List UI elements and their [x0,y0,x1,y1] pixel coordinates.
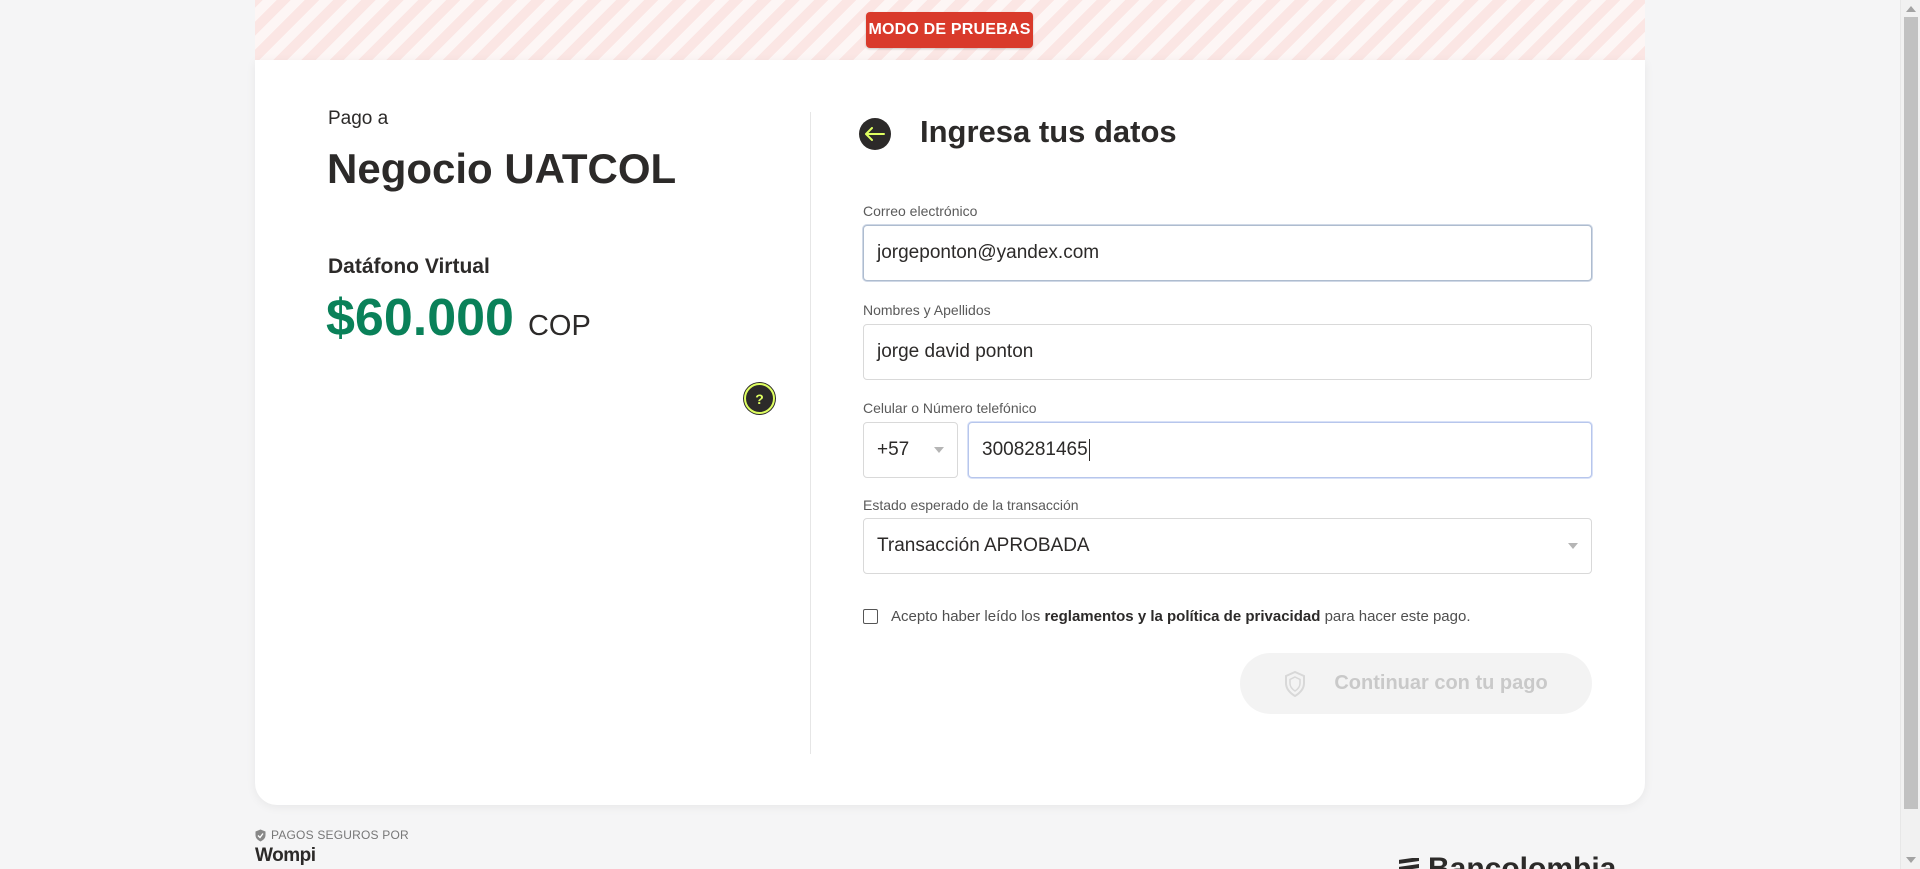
column-divider [810,112,811,754]
arrow-left-icon [865,127,885,141]
question-icon[interactable]: ? [744,383,775,414]
bancolombia-logo: Bancolombia [1398,852,1616,869]
phone-input[interactable]: 3008281465 [968,422,1592,478]
secure-payments-text: PAGOS SEGUROS POR [271,828,409,842]
help-button-label: ? [755,390,764,407]
test-mode-badge: MODO DE PRUEBAS [866,12,1033,48]
page-scrollbar[interactable] [1900,0,1920,869]
amount-currency: COP [527,310,591,342]
amount-row: $60.000 COP [326,288,591,348]
phone-label: Celular o Número telefónico [863,400,1037,416]
terms-row: Acepto haber leído los reglamentos y la … [863,608,1471,625]
terms-checkbox[interactable] [863,609,878,624]
full-name-label: Nombres y Apellidos [863,302,991,318]
wompi-logo: Wompi [255,845,316,866]
expected-status-select[interactable]: Transacción APROBADA [863,518,1592,574]
terms-suffix: para hacer este pago. [1324,608,1471,625]
page: MODO DE PRUEBAS Pago a Negocio UATCOL Da… [0,0,1920,869]
bancolombia-mark-icon [1399,858,1419,869]
form-title: Ingresa tus datos [920,114,1177,149]
phone-value: 3008281465 [982,439,1088,460]
scroll-thumb[interactable] [1904,17,1918,809]
shield-icon [1285,670,1306,697]
continue-button-label: Continuar con tu pago [1334,672,1548,694]
text-caret [1088,439,1090,461]
pay-to-label: Pago a [328,108,389,129]
country-code-value: +57 [877,439,910,460]
full-name-value: jorge david ponton [877,341,1034,362]
secure-payments-label: PAGOS SEGUROS POR [255,828,409,842]
continue-button[interactable]: Continuar con tu pago [1240,653,1592,714]
terms-prefix: Acepto haber leído los [891,608,1041,625]
shield-check-icon [255,829,266,841]
merchant-name: Negocio UATCOL [327,145,677,192]
scroll-up-arrow-icon[interactable] [1906,6,1916,12]
chevron-down-icon [934,447,944,453]
amount-value: $60.000 [326,289,514,347]
country-code-select[interactable]: +57 [863,422,958,478]
full-name-field[interactable]: jorge david ponton [863,324,1592,380]
email-label: Correo electrónico [863,203,978,219]
terms-link[interactable]: reglamentos y la política de privacidad [1044,608,1320,625]
expected-status-value: Transacción APROBADA [877,535,1090,556]
chevron-down-icon [1568,543,1578,549]
product-name: Datáfono Virtual [328,255,490,278]
expected-status-label: Estado esperado de la transacción [863,497,1079,513]
back-button[interactable] [859,118,891,150]
scroll-down-arrow-icon[interactable] [1906,857,1916,863]
bancolombia-text: Bancolombia [1428,852,1617,869]
email-value: jorgeponton@yandex.com [877,242,1100,263]
email-field[interactable]: jorgeponton@yandex.com [863,225,1592,281]
